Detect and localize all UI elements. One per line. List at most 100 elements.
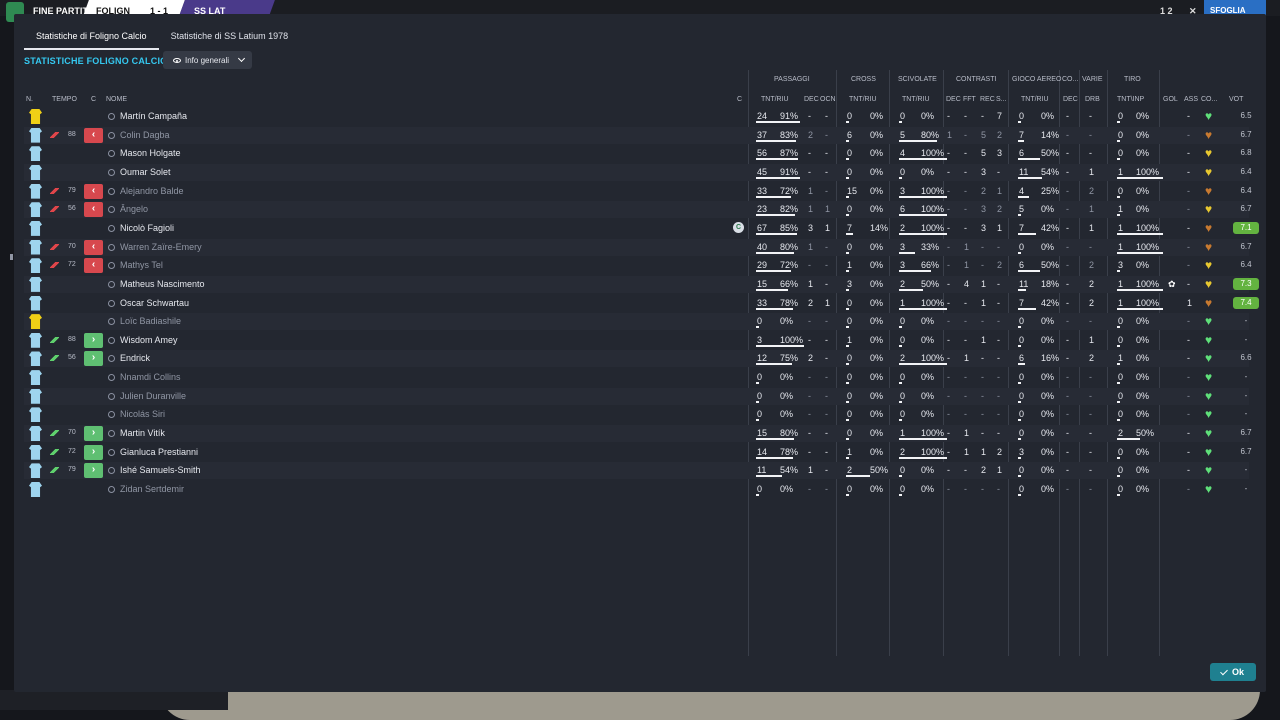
tab-home-stats[interactable]: Statistiche di Foligno Calcio <box>24 26 159 50</box>
col-c2[interactable]: C <box>737 96 742 103</box>
cross-pct: 0% <box>870 297 884 308</box>
cross-count: 1 <box>847 334 853 345</box>
tackles-bar <box>899 121 902 123</box>
player-name[interactable]: Gianluca Prestianni <box>120 447 198 457</box>
col-aer-tnt[interactable]: TNT/RIU <box>1021 96 1049 103</box>
col-number[interactable]: N. <box>26 96 33 103</box>
player-name[interactable]: Martín Campaña <box>120 111 187 121</box>
chevron-left-icon[interactable]: ‹ <box>84 239 103 255</box>
sub-minute: 72 <box>68 261 76 269</box>
con-rec: - <box>981 260 984 271</box>
col-shot-tnt[interactable]: TNT\INP <box>1117 96 1144 103</box>
col-co-dec[interactable]: DEC <box>1063 96 1078 103</box>
table-row[interactable]: Nnamdi Collins00%--00%00%----00%--00%-- <box>24 369 1249 386</box>
player-name[interactable]: Nnamdi Collins <box>120 372 181 382</box>
chevron-right-icon[interactable]: › <box>84 332 103 348</box>
player-name[interactable]: Matheus Nascimento <box>120 279 205 289</box>
player-name[interactable]: Ângelo <box>120 204 148 214</box>
chevron-left-icon[interactable]: ‹ <box>84 183 103 199</box>
col-ass[interactable]: ASS <box>1184 96 1198 103</box>
col-gol[interactable]: GOL <box>1163 96 1178 103</box>
col-pass-tnt[interactable]: TNT/RIU <box>761 96 789 103</box>
table-row[interactable]: Oumar Solet 45 91% - -0 0% 0 0% - -3-11 54% -1 1 100%… <box>24 163 1252 181</box>
table-row[interactable]: 72 › Gianluca Prestianni 14 78% - -1 0% 2 100% -1 1… <box>24 444 1252 461</box>
table-row[interactable]: Matheus Nascimento 15 66% 1-3 0% 2 50% -4 1-11 18… <box>24 275 1259 293</box>
player-name[interactable]: Warren Zaïre-Emery <box>120 242 202 252</box>
col-tackle-tnt[interactable]: TNT/RIU <box>902 96 930 103</box>
col-name[interactable]: NOME <box>106 96 127 103</box>
table-row[interactable]: Martín Campaña 24 91% - -0 0% 0 0% - - -7 0 0% - -0 0% -… <box>24 108 1252 125</box>
player-name[interactable]: Mathys Tel <box>120 260 163 270</box>
col-vot[interactable]: VOT <box>1229 96 1243 103</box>
player-rating: 6.6 <box>1240 353 1252 363</box>
col-pass-dec[interactable]: DEC <box>804 96 819 103</box>
col-pass-ocn[interactable]: OCN <box>820 96 836 103</box>
col-con-dec[interactable]: DEC <box>946 96 961 103</box>
table-row[interactable]: Loïc Badiashile00%--00%00%----00%--00%-- <box>24 313 1249 331</box>
table-row[interactable]: 56›Endrick1275%2-00%2100%-1--616%-210%-6… <box>24 350 1252 368</box>
passes-count: 37 <box>757 129 768 140</box>
col-co2[interactable]: CO... <box>1201 96 1217 103</box>
player-name[interactable]: Oscar Schwartau <box>120 298 189 308</box>
player-name[interactable]: Oumar Solet <box>120 167 171 177</box>
table-row[interactable]: 70 › Martin Vitík 15 80% - -0 0% 1 100% -1- -0 0% - -2… <box>24 425 1252 443</box>
chevron-left-icon[interactable]: ‹ <box>84 127 103 143</box>
table-row[interactable]: 79 › Ishé Samuels-Smith 11 54% 1-2 50% 0 0% - -2 1 0… <box>24 462 1249 480</box>
player-name[interactable]: Julien Duranville <box>120 391 186 401</box>
pass-dec: 3 <box>808 222 814 233</box>
ok-button[interactable]: Ok <box>1210 663 1256 681</box>
table-row[interactable]: 88 ‹ Colin Dagba 37 83% 2-6 0% 5 80% 1-5 2 7 14% - -0 0… <box>24 126 1252 144</box>
player-name[interactable]: Martin Vitík <box>120 428 165 438</box>
table-row[interactable]: 70 ‹ Warren Zaïre-Emery 40 80% 1-0 0% 3 33% -1- -0… <box>24 238 1252 256</box>
chevron-left-icon[interactable]: ‹ <box>84 202 103 218</box>
passes-pct: 78% <box>780 297 799 308</box>
chevron-right-icon[interactable]: › <box>84 351 103 367</box>
shots-count: 0 <box>1118 129 1124 140</box>
table-row[interactable]: Mason Holgate 56 87% - -0 0% 4 100% - -5 3 6 50% - -0 0… <box>24 145 1252 162</box>
table-row[interactable]: 72 ‹ Mathys Tel 29 72% - -1 0% 3 66% -1-2 6 50% -2 3 0%… <box>24 257 1252 274</box>
chevron-right-icon[interactable]: › <box>84 444 103 460</box>
table-row[interactable]: 88 › Wisdom Amey 3 100% - -1 0% 0 0% - -1-0 0% -1 0 0% -… <box>24 332 1249 349</box>
table-row[interactable]: 79 ‹ Alejandro Balde 33 72% 1-15 0% 3 100% - -2 1 4 2… <box>24 183 1252 200</box>
assists: - <box>1187 222 1190 233</box>
table-row[interactable]: Zidan Sertdemir 0 0% - - 0 0% 0 0% - - - - 0 0% - - 0 0% - - <box>24 481 1249 498</box>
aerial-pct: 0% <box>1041 390 1055 401</box>
tab-away-stats[interactable]: Statistiche di SS Latium 1978 <box>159 26 301 50</box>
col-drb[interactable]: DRB <box>1085 96 1100 103</box>
col-c[interactable]: C <box>91 96 96 103</box>
table-row[interactable]: Nicolás Siri00%--00%00%----00%--00%-- <box>24 406 1249 423</box>
player-name[interactable]: Wisdom Amey <box>120 335 178 345</box>
co-dec: - <box>1066 316 1069 327</box>
con-rec: - <box>981 484 984 494</box>
co-dec: - <box>1066 428 1069 439</box>
table-row[interactable]: 56‹Ângelo2382%1100%6100%--3250%-110%-6.7 <box>24 201 1252 219</box>
view-selector[interactable]: Info generali <box>163 51 252 69</box>
tackles-count: 1 <box>900 297 906 308</box>
group-passes: PASSAGGI <box>774 76 810 83</box>
table-row[interactable]: Nicolò Fagioli C 67 85% 3 1 7 14% 2 100% - -3 1 7 42% -… <box>24 220 1259 237</box>
chevron-left-icon[interactable]: ‹ <box>84 258 103 274</box>
sub-minute: 79 <box>68 466 76 474</box>
player-name[interactable]: Mason Holgate <box>120 148 181 158</box>
chevron-right-icon[interactable]: › <box>84 463 103 479</box>
tackles-pct: 0% <box>921 390 935 401</box>
player-name[interactable]: Nicolás Siri <box>120 409 165 419</box>
player-name[interactable]: Endrick <box>120 353 150 363</box>
col-con-fft[interactable]: FFT <box>963 96 976 103</box>
player-name[interactable]: Loïc Badiashile <box>120 316 181 326</box>
chevron-right-icon[interactable]: › <box>84 426 103 442</box>
player-name[interactable]: Zidan Sertdemir <box>120 484 184 494</box>
col-time[interactable]: TEMPO <box>52 96 77 103</box>
player-name[interactable]: Nicolò Fagioli <box>120 223 174 233</box>
col-con-s[interactable]: S... <box>996 96 1007 103</box>
passes-bar <box>756 251 794 254</box>
player-name[interactable]: Ishé Samuels-Smith <box>120 465 201 475</box>
player-name[interactable]: Alejandro Balde <box>120 186 184 196</box>
table-row[interactable]: Oscar Schwartau 33 78% 2 1 0 0% 1 100% - -1-7 42% -2… <box>24 295 1259 312</box>
tackles-count: 0 <box>900 465 906 476</box>
col-cross-tnt[interactable]: TNT/RIU <box>849 96 877 103</box>
table-row[interactable]: Julien Duranville 0 0% - -0 0% 0 0% - - - -0 0% - -0 0%… <box>24 387 1249 405</box>
col-con-rec[interactable]: REC <box>980 96 995 103</box>
player-name[interactable]: Colin Dagba <box>120 130 170 140</box>
tackles-bar <box>899 475 902 478</box>
